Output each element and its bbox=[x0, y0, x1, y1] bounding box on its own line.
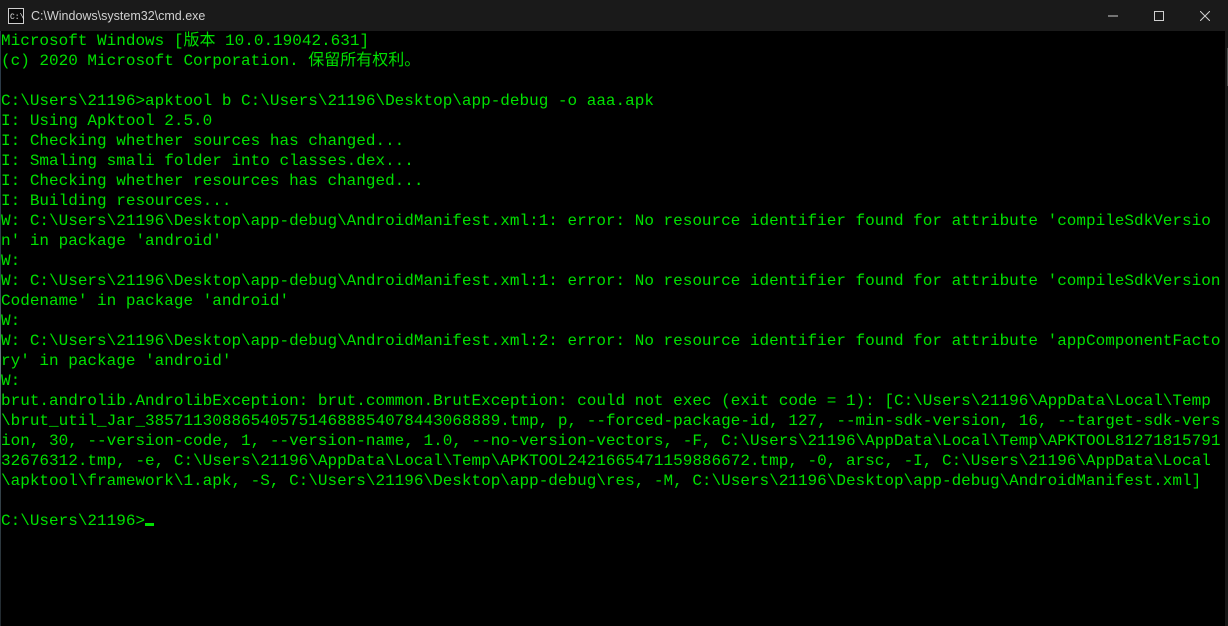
terminal-line: Microsoft Windows [版本 10.0.19042.631] bbox=[1, 31, 1225, 51]
terminal-line: W: bbox=[1, 371, 1225, 391]
terminal-line: I: Checking whether resources has change… bbox=[1, 171, 1225, 191]
window-title: C:\Windows\system32\cmd.exe bbox=[31, 9, 205, 23]
terminal-line: I: Checking whether sources has changed.… bbox=[1, 131, 1225, 151]
terminal-line: I: Building resources... bbox=[1, 191, 1225, 211]
terminal-line: W: C:\Users\21196\Desktop\app-debug\Andr… bbox=[1, 331, 1225, 371]
terminal-line: (c) 2020 Microsoft Corporation. 保留所有权利。 bbox=[1, 51, 1225, 71]
terminal-line: I: Smaling smali folder into classes.dex… bbox=[1, 151, 1225, 171]
scroll-up-arrow-icon[interactable] bbox=[1225, 31, 1228, 48]
terminal-prompt-current[interactable]: C:\Users\21196> bbox=[1, 511, 1225, 531]
cmd-icon: C:\ bbox=[8, 8, 24, 24]
terminal-line: W: bbox=[1, 311, 1225, 331]
window-titlebar: C:\ C:\Windows\system32\cmd.exe bbox=[0, 0, 1228, 31]
window-client-area: Microsoft Windows [版本 10.0.19042.631](c)… bbox=[0, 31, 1228, 626]
window-controls bbox=[1090, 0, 1228, 31]
text-cursor bbox=[145, 523, 154, 526]
maximize-button[interactable] bbox=[1136, 0, 1182, 31]
terminal-line bbox=[1, 71, 1225, 91]
terminal-output[interactable]: Microsoft Windows [版本 10.0.19042.631](c)… bbox=[1, 31, 1225, 626]
terminal-line: I: Using Apktool 2.5.0 bbox=[1, 111, 1225, 131]
terminal-line: W: C:\Users\21196\Desktop\app-debug\Andr… bbox=[1, 211, 1225, 251]
terminal-line bbox=[1, 491, 1225, 511]
terminal-prompt-line: C:\Users\21196>apktool b C:\Users\21196\… bbox=[1, 91, 1225, 111]
minimize-button[interactable] bbox=[1090, 0, 1136, 31]
terminal-line: brut.androlib.AndrolibException: brut.co… bbox=[1, 391, 1225, 491]
close-button[interactable] bbox=[1182, 0, 1228, 31]
terminal-line: W: bbox=[1, 251, 1225, 271]
svg-text:C:\: C:\ bbox=[10, 13, 24, 22]
terminal-line: W: C:\Users\21196\Desktop\app-debug\Andr… bbox=[1, 271, 1225, 311]
vertical-scrollbar[interactable] bbox=[1225, 31, 1228, 626]
